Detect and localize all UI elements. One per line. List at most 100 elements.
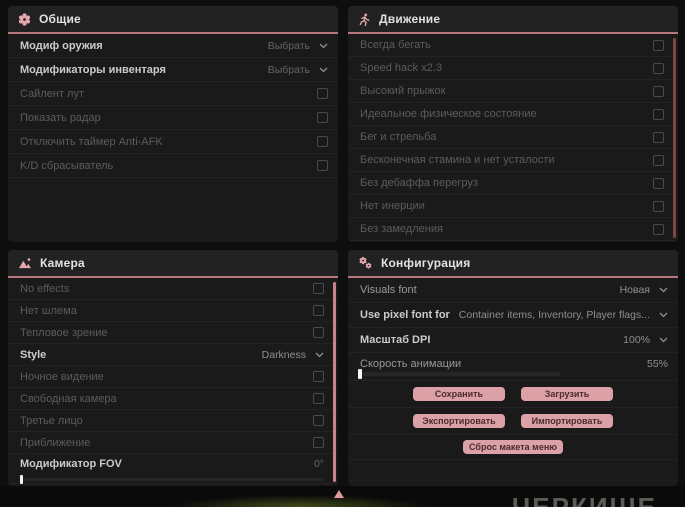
checkbox[interactable] [317,112,328,123]
checkbox[interactable] [313,393,324,404]
row-speed-hack[interactable]: Speed hack x2.3 [348,57,678,80]
row-zoom[interactable]: Приближение [8,432,338,454]
row-fov-modifier: Модификатор FOV 0° [8,454,338,484]
gears-icon [358,256,373,270]
row-infinite-stamina[interactable]: Бесконечная стамина и нет усталости [348,149,678,172]
panel-config: Конфигурация Visuals font Новая Use pixe… [348,250,678,486]
panel-general: Общие Модиф оружия Выбрать Модификаторы … [8,6,338,242]
row-label: Без замедления [360,223,443,235]
style-dropdown[interactable]: Darkness [262,349,324,361]
save-button[interactable]: Сохранить [413,387,505,401]
panel-title: Общие [39,12,81,26]
row-third-person[interactable]: Третье лицо [8,410,338,432]
panel-title: Движение [379,12,441,26]
inventory-mods-dropdown[interactable]: Выбрать [268,64,328,76]
row-label: Масштаб DPI [360,334,431,346]
row-label: Показать радар [20,111,101,124]
checkbox[interactable] [653,200,664,212]
row-no-slowdown[interactable]: Без замедления [348,218,678,241]
row-label: Use pixel font for [360,309,450,321]
checkbox[interactable] [317,88,328,99]
checkbox[interactable] [313,283,324,294]
row-label: Высокий прыжок [360,85,446,97]
panel-camera-header[interactable]: Камера [8,250,338,278]
checkbox[interactable] [653,85,664,97]
row-label: Идеальное физическое состояние [360,108,537,120]
dropdown-value: Darkness [261,348,306,361]
fov-value: 0° [313,458,324,470]
panel-general-header[interactable]: Общие [8,6,338,34]
row-inventory-mods: Модификаторы инвентаря Выбрать [8,58,338,82]
checkbox[interactable] [317,160,328,171]
chevron-down-icon [659,337,668,343]
checkbox[interactable] [313,327,324,338]
panel-movement: Движение Всегда бегать Speed hack x2.3 В… [348,6,678,242]
row-label: Нет инерции [360,200,425,212]
visuals-font-dropdown[interactable]: Новая [620,284,668,296]
panel-movement-header[interactable]: Движение [348,6,678,34]
row-no-overload-debuff[interactable]: Без дебаффа перегруз [348,172,678,195]
row-label: Скорость анимации [360,358,462,370]
checkbox[interactable] [653,154,664,166]
checkbox[interactable] [653,223,664,235]
load-button[interactable]: Загрузить [521,387,613,401]
camera-scrollbar[interactable] [333,282,336,482]
reset-menu-layout-button[interactable]: Сброс макета меню [463,440,563,454]
row-no-helmet[interactable]: Нет шлема [8,300,338,322]
chevron-down-icon [319,43,328,49]
weapon-mod-dropdown[interactable]: Выбрать [268,40,328,52]
row-label: Бег и стрельба [360,131,437,143]
row-label: K/D сбрасыватель [20,159,114,172]
animation-speed-value: 55% [646,358,668,370]
pixel-font-dropdown[interactable]: Container items, Inventory, Player flags… [459,309,668,321]
fov-slider[interactable] [20,475,324,484]
row-label: Тепловое зрение [20,326,108,339]
row-silent-loot[interactable]: Сайлент лут [8,82,338,106]
checkbox[interactable] [313,305,324,316]
slider-handle[interactable] [358,369,362,379]
checkbox[interactable] [653,62,664,74]
checkbox[interactable] [653,108,664,120]
row-always-run[interactable]: Всегда бегать [348,34,678,57]
row-anti-afk[interactable]: Отключить таймер Anti-AFK [8,130,338,154]
animation-speed-slider[interactable] [358,369,560,379]
row-style: Style Darkness [8,344,338,366]
chevron-down-icon [315,352,324,358]
row-high-jump[interactable]: Высокий прыжок [348,80,678,103]
export-button[interactable]: Экспортировать [413,414,505,428]
import-button[interactable]: Импортировать [521,414,613,428]
checkbox[interactable] [313,437,324,448]
dpi-scale-dropdown[interactable]: 100% [623,334,668,346]
checkbox[interactable] [653,177,664,189]
row-weapon-mod: Модиф оружия Выбрать [8,34,338,58]
row-label: No effects [20,282,70,295]
row-label: Сайлент лут [20,87,84,100]
row-thermal-vision[interactable]: Тепловое зрение [8,322,338,344]
row-animation-speed: Скорость анимации 55% [348,353,678,381]
row-free-camera[interactable]: Свободная камера [8,388,338,410]
row-no-effects[interactable]: No effects [8,278,338,300]
panel-config-header[interactable]: Конфигурация [348,250,678,278]
row-perfect-condition[interactable]: Идеальное физическое состояние [348,103,678,126]
checkbox[interactable] [653,39,664,51]
checkbox[interactable] [317,136,328,147]
fov-slider-handle[interactable] [20,475,23,484]
row-label: Третье лицо [20,414,83,427]
row-kd-reset[interactable]: K/D сбрасыватель [8,154,338,178]
row-no-inertia[interactable]: Нет инерции [348,195,678,218]
checkbox[interactable] [653,131,664,143]
row-night-vision[interactable]: Ночное видение [8,366,338,388]
mod-menu-page: Общие Модиф оружия Выбрать Модификаторы … [0,0,685,507]
checkbox[interactable] [313,415,324,426]
image-icon [18,257,32,269]
config-buttons-row-3: Сброс макета меню [348,435,678,460]
row-label: Отключить таймер Anti-AFK [20,135,163,148]
dropdown-value: Container items, Inventory, Player flags… [458,309,650,321]
config-empty-area [348,460,678,481]
checkbox[interactable] [313,371,324,382]
row-label: Без дебаффа перегруз [360,177,478,189]
movement-scrollbar[interactable] [673,38,676,238]
config-buttons-row-1: Сохранить Загрузить [348,381,678,408]
row-run-and-shoot[interactable]: Бег и стрельба [348,126,678,149]
row-show-radar[interactable]: Показать радар [8,106,338,130]
